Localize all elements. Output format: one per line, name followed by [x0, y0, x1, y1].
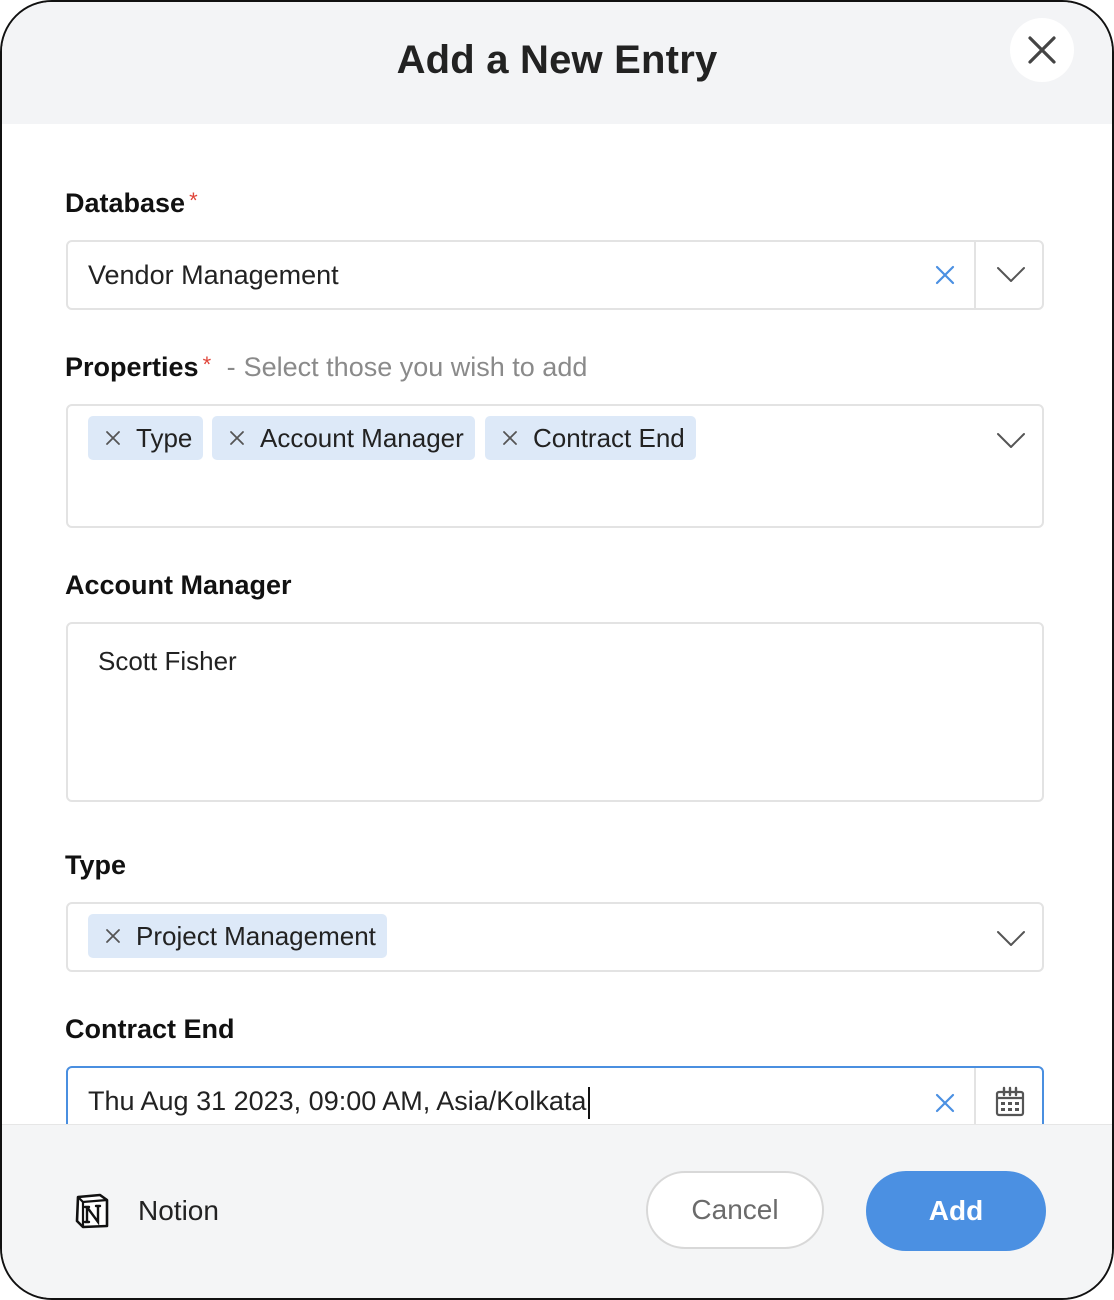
database-value: Vendor Management: [88, 260, 339, 290]
contract-end-label: Contract End: [65, 1014, 235, 1044]
chevron-down-icon[interactable]: [996, 432, 1026, 450]
required-mark: *: [189, 188, 198, 213]
properties-label-text: Properties: [65, 352, 199, 382]
property-tag-account-manager: Account Manager: [212, 416, 475, 460]
database-divider: [974, 242, 976, 308]
database-label-text: Database: [65, 188, 186, 218]
remove-tag-icon[interactable]: [104, 429, 122, 447]
close-button[interactable]: [1010, 18, 1074, 82]
chevron-down-icon[interactable]: [996, 266, 1026, 284]
properties-separator: -: [226, 352, 236, 382]
brand-name: Notion: [138, 1195, 219, 1226]
required-mark: *: [202, 352, 212, 377]
remove-tag-icon[interactable]: [104, 927, 122, 945]
notion-logo-icon: [75, 1193, 109, 1229]
account-manager-value: Scott Fisher: [98, 646, 237, 676]
tag-label: Contract End: [533, 422, 685, 453]
remove-tag-icon[interactable]: [228, 429, 246, 447]
text-cursor: [588, 1086, 591, 1119]
dialog-header: Add a New Entry: [2, 2, 1112, 124]
type-multiselect[interactable]: Project Management: [66, 902, 1044, 972]
dialog-footer: Notion Cancel Add: [2, 1124, 1112, 1298]
account-manager-label: Account Manager: [65, 570, 292, 600]
database-select[interactable]: Vendor Management: [66, 240, 1044, 310]
calendar-icon[interactable]: [994, 1086, 1026, 1118]
add-button[interactable]: Add: [866, 1171, 1046, 1251]
type-tag-project-management: Project Management: [88, 914, 387, 958]
contract-end-value: Thu Aug 31 2023, 09:00 AM, Asia/Kolkata: [88, 1086, 591, 1119]
clear-date-icon[interactable]: [934, 1092, 956, 1114]
cancel-button[interactable]: Cancel: [646, 1171, 824, 1249]
close-icon: [1028, 36, 1056, 64]
account-manager-textarea[interactable]: Scott Fisher: [66, 622, 1044, 802]
database-label: Database *: [65, 188, 198, 219]
tag-label: Project Management: [136, 920, 376, 951]
tag-label: Account Manager: [260, 422, 464, 453]
properties-label: Properties * - Select those you wish to ad…: [65, 352, 587, 383]
chevron-down-icon[interactable]: [996, 930, 1026, 948]
add-entry-dialog: Add a New Entry Database * Vendor Managem…: [0, 0, 1114, 1300]
property-tag-contract-end: Contract End: [485, 416, 696, 460]
tag-label: Type: [136, 422, 193, 453]
properties-hint: Select those you wish to add: [243, 352, 588, 382]
dialog-title: Add a New Entry: [396, 38, 718, 82]
properties-multiselect[interactable]: Type Account Manager Contract End: [66, 404, 1044, 528]
property-tag-type: Type: [88, 416, 204, 460]
type-label: Type: [65, 850, 127, 880]
remove-tag-icon[interactable]: [501, 429, 519, 447]
clear-database-icon[interactable]: [934, 264, 956, 286]
contract-end-text: Thu Aug 31 2023, 09:00 AM, Asia/Kolkata: [88, 1086, 587, 1116]
